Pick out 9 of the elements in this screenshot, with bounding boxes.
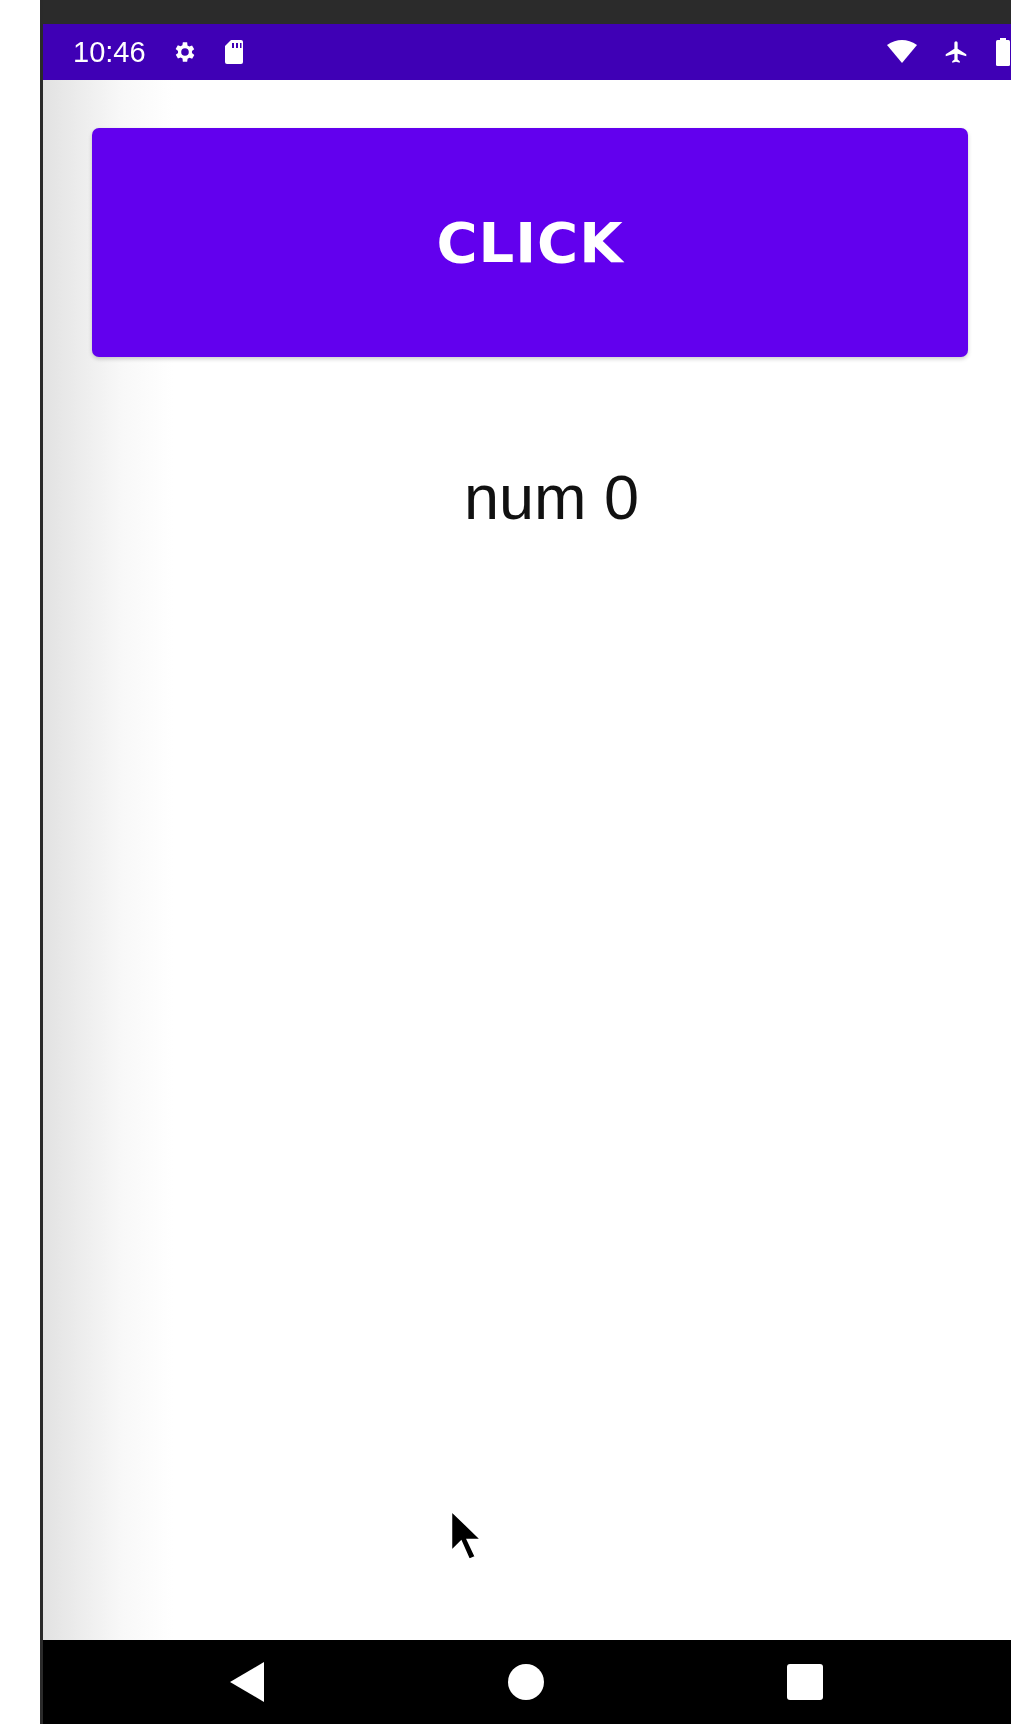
sd-card-icon [223,39,244,65]
back-icon[interactable] [230,1662,264,1702]
status-time: 10:46 [73,35,146,69]
wifi-icon [887,40,917,64]
counter-text: num 0 [462,461,641,533]
click-button[interactable]: CLICK [92,128,968,357]
airplane-icon [943,39,969,65]
home-icon[interactable] [508,1664,544,1700]
battery-icon [995,38,1011,66]
